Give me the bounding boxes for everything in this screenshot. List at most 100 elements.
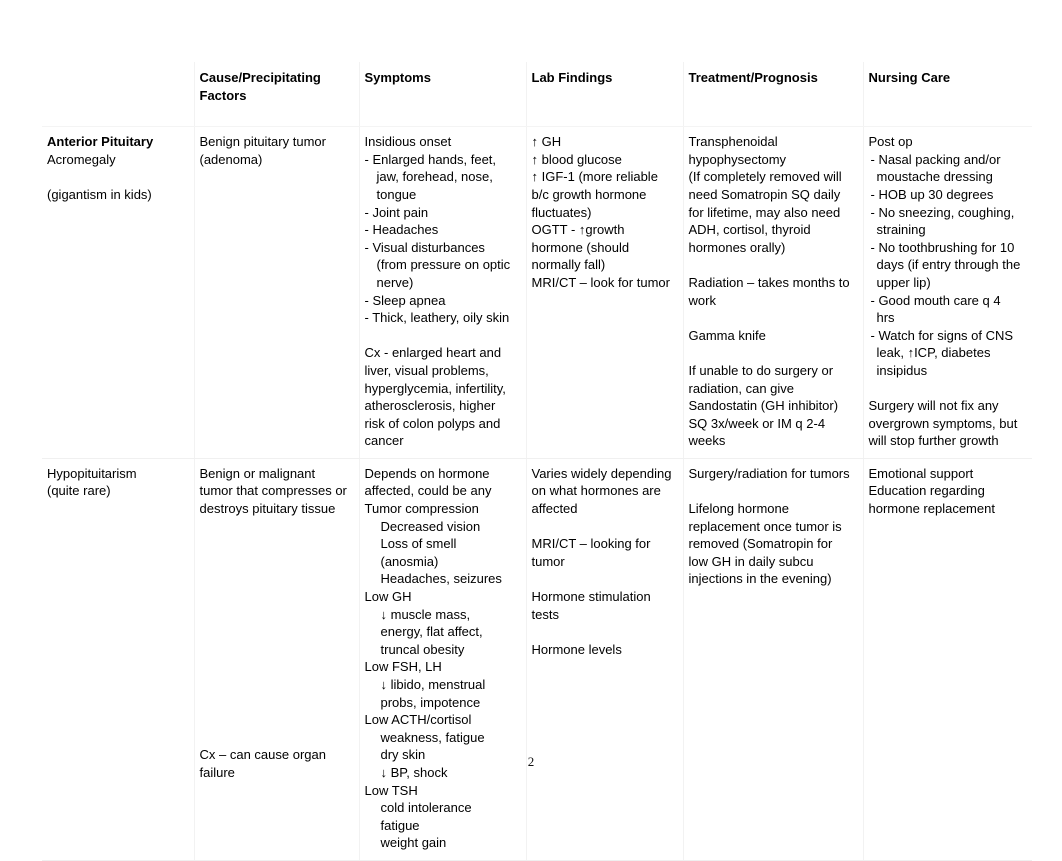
treatment-paragraph: Radiation – takes months to work [688, 274, 850, 308]
nursing-line: Education regarding hormone replacement [868, 483, 995, 517]
cell-cause-hypopituitarism: Benign or malignant tumor that compresse… [194, 458, 360, 861]
cell-nursing-acromegaly: Post op - Nasal packing and/or moustache… [863, 126, 1032, 459]
lab-item: ↑ IGF-1 (more reliable b/c growth hormon… [531, 169, 658, 220]
nursing-bullet: - HOB up 30 degrees [870, 186, 994, 202]
treatment-paragraph: If unable to do surgery or radiation, ca… [688, 362, 839, 449]
symptom-bullet: - Sleep apnea [364, 292, 446, 308]
column-header-treatment: Treatment/Prognosis [683, 62, 864, 128]
symptom-bullet: - Headaches [364, 222, 439, 238]
treatment-paragraph: Surgery/radiation for tumors [688, 465, 850, 481]
symptom-group-heading: Low GH [364, 589, 412, 605]
symptom-complications: Cx - enlarged heart and liver, visual pr… [364, 345, 506, 449]
symptom-item: ↓ libido, menstrual probs, impotence [380, 677, 486, 710]
column-header-nursing-care: Nursing Care [863, 62, 1032, 128]
symptom-group-heading: Low ACTH/cortisol [364, 712, 472, 728]
symptoms-lead: Insidious onset [364, 134, 452, 150]
symptom-group-heading: Low FSH, LH [364, 659, 442, 675]
column-header-lab-findings: Lab Findings [526, 62, 684, 128]
pathophysiology-table: Cause/Precipitating Factors Symptoms Lab… [42, 62, 1032, 861]
cell-condition-acromegaly: Anterior Pituitary Acromegaly (gigantism… [42, 126, 195, 459]
table-row: Hypopituitarism (quite rare) Benign or m… [42, 458, 1032, 861]
lab-item: OGTT - ↑growth hormone (should normally … [531, 222, 630, 273]
cell-labs-hypopituitarism: Varies widely depending on what hormones… [526, 458, 684, 861]
lab-item: MRI/CT – look for tumor [531, 274, 670, 290]
cell-symptoms-hypopituitarism: Depends on hormone affected, could be an… [359, 458, 527, 861]
symptom-item: weakness, fatigue [380, 729, 485, 745]
treatment-paragraph: Transphenoidal hypophysectomy [688, 134, 787, 167]
nursing-bullet: - No sneezing, coughing, straining [870, 204, 1015, 238]
nursing-bullet: - Nasal packing and/or moustache dressin… [870, 151, 1001, 185]
cause-text: Benign pituitary tumor (adenoma) [199, 134, 326, 167]
treatment-paragraph: Gamma knife [688, 327, 766, 343]
symptoms-lead: Depends on hormone affected, could be an… [364, 465, 492, 499]
nursing-lead: Post op [868, 134, 913, 150]
nursing-closing: Surgery will not fix any overgrown sympt… [868, 398, 1018, 449]
symptom-item: Headaches, seizures [380, 571, 502, 587]
condition-note: (gigantism in kids) [47, 186, 152, 202]
symptom-item: Decreased vision [380, 518, 481, 534]
condition-section-title: Anterior Pituitary [47, 134, 154, 150]
cell-treatment-hypopituitarism: Surgery/radiation for tumors Lifelong ho… [683, 458, 864, 861]
page-number: 2 [527, 754, 535, 769]
cause-text: Benign or malignant tumor that compresse… [199, 465, 347, 517]
lab-item: Hormone levels [531, 641, 622, 657]
symptom-item: Loss of smell (anosmia) [380, 536, 457, 569]
table-header-row: Cause/Precipitating Factors Symptoms Lab… [42, 62, 1032, 128]
lab-item: Hormone stimulation tests [531, 589, 651, 622]
treatment-paragraph: Lifelong hormone replacement once tumor … [688, 501, 842, 587]
nursing-bullet: - No toothbrushing for 10 days (if entry… [870, 239, 1021, 290]
symptom-bullet: - Thick, leathery, oily skin [364, 310, 510, 326]
document-page: Cause/Precipitating Factors Symptoms Lab… [0, 0, 1062, 861]
column-header-cause: Cause/Precipitating Factors [194, 62, 360, 128]
lab-item: Varies widely depending on what hormones… [531, 465, 672, 517]
cell-condition-hypopituitarism: Hypopituitarism (quite rare) [42, 458, 195, 861]
cell-labs-acromegaly: ↑ GH ↑ blood glucose ↑ IGF-1 (more relia… [526, 126, 684, 459]
cell-symptoms-acromegaly: Insidious onset - Enlarged hands, feet, … [359, 126, 527, 459]
symptom-bullet: - Visual disturbances (from pressure on … [364, 239, 511, 290]
condition-name: Hypopituitarism [47, 465, 137, 481]
pathophysiology-table-container: Cause/Precipitating Factors Symptoms Lab… [42, 62, 1032, 861]
symptom-item: fatigue [380, 817, 420, 833]
symptom-group-heading: Tumor compression [364, 501, 479, 517]
symptom-item: ↓ muscle mass, energy, flat affect, trun… [380, 606, 483, 657]
symptom-group-heading: Low TSH [364, 782, 418, 798]
symptom-bullet: - Joint pain [364, 204, 429, 220]
nursing-line: Emotional support [868, 465, 974, 481]
lab-item: MRI/CT – looking for tumor [531, 536, 651, 569]
cell-nursing-hypopituitarism: Emotional support Education regarding ho… [863, 458, 1032, 861]
table-row: Anterior Pituitary Acromegaly (gigantism… [42, 126, 1032, 459]
cell-treatment-acromegaly: Transphenoidal hypophysectomy (If comple… [683, 126, 864, 459]
lab-item: ↑ blood glucose [531, 151, 622, 167]
nursing-bullet: - Watch for signs of CNS leak, ↑ICP, dia… [870, 327, 1014, 378]
column-header-symptoms: Symptoms [359, 62, 527, 128]
column-header-condition [42, 62, 195, 128]
symptom-item: cold intolerance [380, 800, 472, 816]
cell-cause-acromegaly: Benign pituitary tumor (adenoma) [194, 126, 360, 459]
condition-name: Acromegaly [47, 151, 116, 167]
symptom-item: weight gain [380, 835, 447, 851]
treatment-paragraph: (If completely removed will need Somatro… [688, 169, 842, 255]
symptom-bullet: - Enlarged hands, feet, jaw, forehead, n… [364, 151, 497, 202]
